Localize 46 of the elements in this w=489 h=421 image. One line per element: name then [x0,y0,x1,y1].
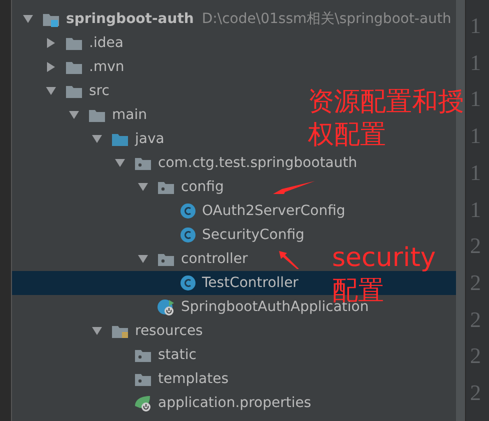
tree-item[interactable]: src [65,79,110,103]
annotation-arrow [278,250,300,270]
collapse-arrow-icon[interactable] [22,13,34,25]
expand-arrow-icon[interactable] [45,37,57,49]
folder-icon [65,83,83,99]
folder-icon [88,107,106,123]
collapse-arrow-icon[interactable] [137,181,149,193]
folder-icon [65,35,83,51]
module-folder-icon [42,11,60,27]
tree-item[interactable]: application.properties [134,391,312,415]
class-icon [180,275,196,291]
tree-item[interactable]: java [111,127,164,151]
tree-item[interactable]: SecurityConfig [180,223,304,247]
expand-arrow-icon[interactable] [45,61,57,73]
collapse-arrow-icon[interactable] [114,157,126,169]
tree-item[interactable]: resources [111,319,203,343]
collapse-arrow-icon[interactable] [68,109,80,121]
tree-item[interactable]: config [157,175,224,199]
class-icon [180,203,196,219]
annotation-text: 资源配置和授权配置 [308,86,465,151]
tree-item[interactable]: main [88,103,147,127]
spring-config-icon [134,394,152,412]
resources-folder-icon [111,323,129,339]
package-folder-icon [134,347,152,363]
tree-item[interactable]: static [134,343,196,367]
collapse-arrow-icon[interactable] [137,253,149,265]
tree-item[interactable]: .idea [65,31,124,55]
tree-item[interactable]: .mvn [65,55,124,79]
tree-item[interactable]: templates [134,367,228,391]
collapse-arrow-icon[interactable] [91,325,103,337]
collapse-arrow-icon[interactable] [45,85,57,97]
folder-icon [65,59,83,75]
tree-item[interactable]: controller [157,247,248,271]
tree-item[interactable]: OAuth2ServerConfig [180,199,346,223]
source-folder-icon [111,131,129,147]
package-folder-icon [157,251,175,267]
class-icon [180,227,196,243]
module-path: D:\code\01ssm相关\springboot-auth [202,10,452,28]
tree-item[interactable]: springboot-auth [42,7,194,31]
collapse-arrow-icon[interactable] [91,133,103,145]
tree-item[interactable]: com.ctg.test.springbootauth [134,151,358,175]
package-folder-icon [134,371,152,387]
package-folder-icon [157,179,175,195]
tree-item[interactable]: TestController [180,271,298,295]
spring-app-icon [157,298,175,316]
package-folder-icon [134,155,152,171]
